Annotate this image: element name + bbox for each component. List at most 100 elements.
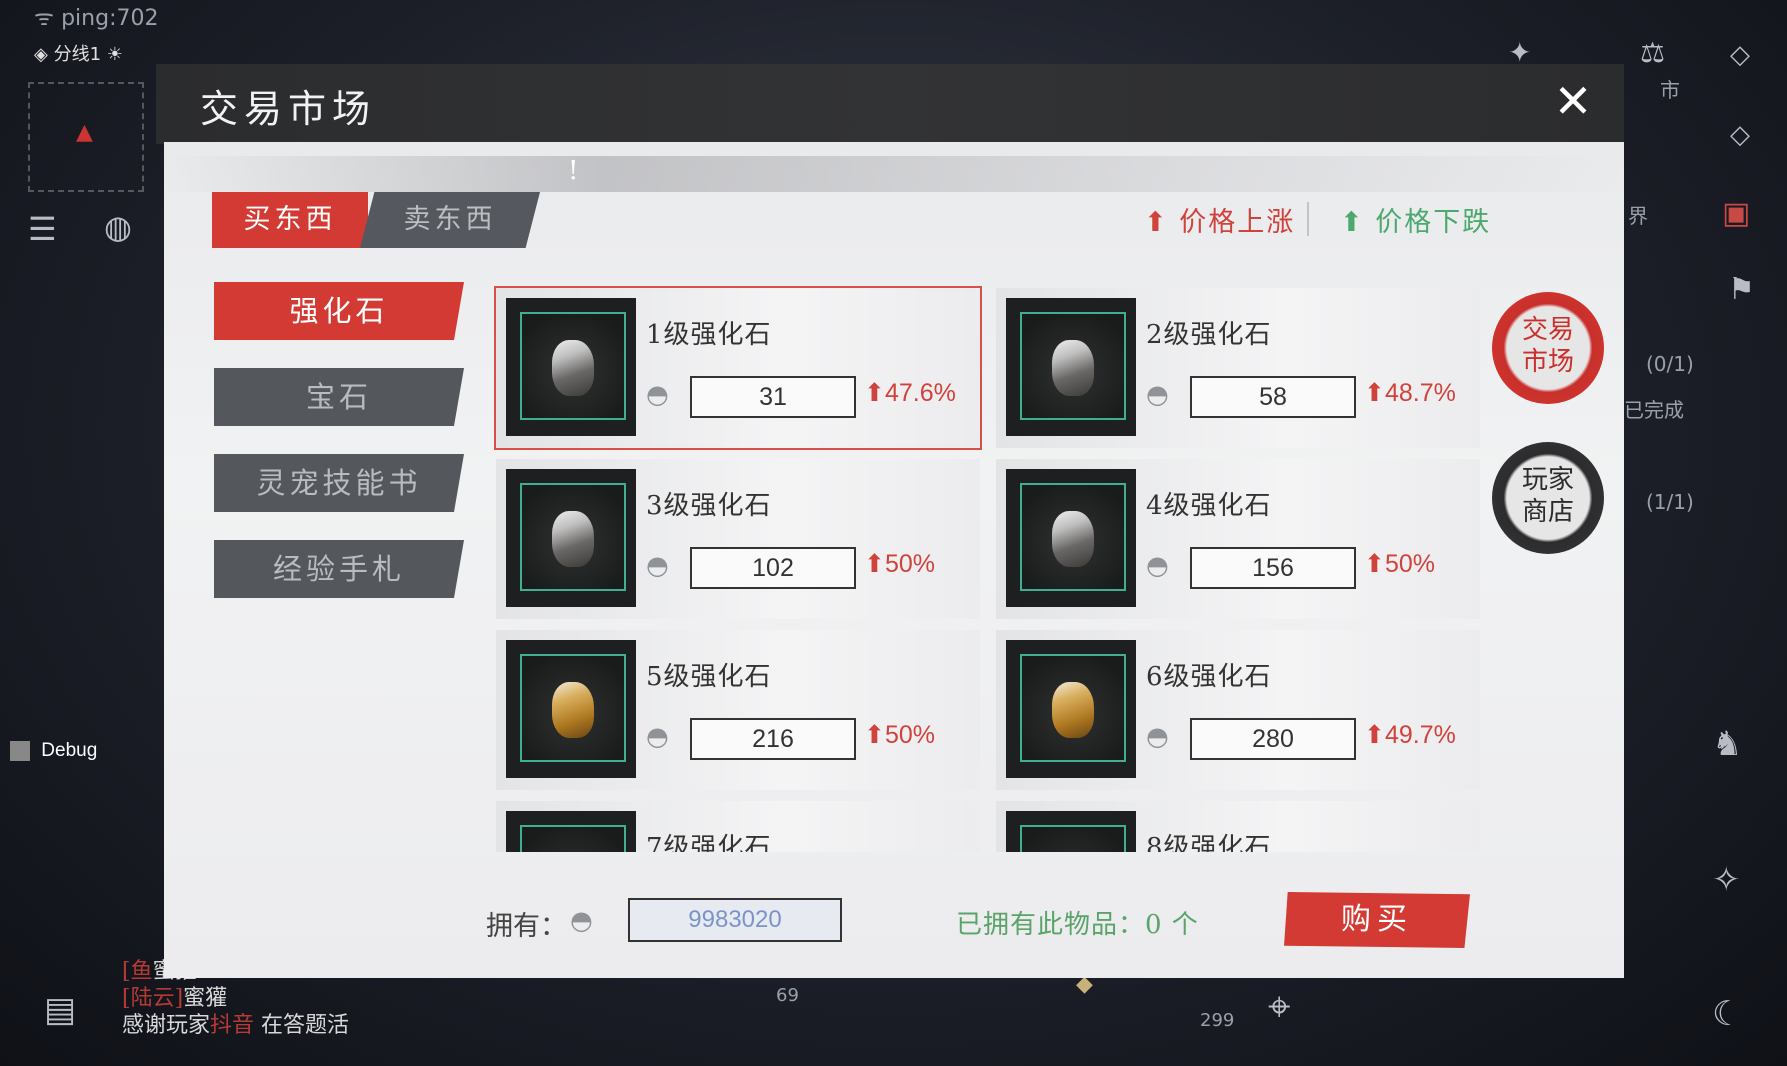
chat-tag: 抖音 <box>210 1013 255 1038</box>
legend-price-down: ⬆ 价格下跌 <box>1340 200 1491 239</box>
item-name: 7级强化石 <box>646 833 772 852</box>
chat-tag: [陆云] <box>122 986 184 1011</box>
chat-tag: [鱼 <box>122 959 153 984</box>
legend-up-label: 价格上涨 <box>1179 207 1296 238</box>
item-price: 216 <box>690 718 856 760</box>
item-card[interactable]: 5级强化石 ◓ 216 ⬆50% <box>496 630 980 790</box>
item-frame <box>520 312 626 420</box>
item-grid[interactable]: 1级强化石 ◓ 31 ⬆47.6% 2级强化石 ◓ 58 ⬆48.7% 3级强化石 ◓ 102 ⬆50… <box>492 284 1492 852</box>
seal-text: 玩家 <box>1521 465 1574 495</box>
quest-progress: (0/1) <box>1646 352 1694 376</box>
menu-icon[interactable]: ☰ <box>28 210 57 248</box>
wifi-icon: ᯤ <box>34 6 55 31</box>
item-name: 6级强化石 <box>1146 662 1272 692</box>
chat-line: 感谢玩家抖音 在答题活 <box>122 1012 349 1039</box>
item-card[interactable]: 1级强化石 ◓ 31 ⬆47.6% <box>494 286 982 450</box>
diamond-icon: ◈ <box>34 44 48 65</box>
price-change-value: 48.7% <box>1384 379 1456 407</box>
item-card[interactable]: 8级强化石 <box>996 801 1480 852</box>
owned-currency-value: 9983020 <box>628 898 842 942</box>
item-frame <box>1020 654 1126 762</box>
item-name: 4级强化石 <box>1146 491 1272 521</box>
enhance-stone-icon <box>552 340 594 396</box>
category-enhance-stone[interactable]: 强化石 <box>214 282 464 340</box>
flag-icon[interactable]: ⚑ <box>1728 272 1755 307</box>
buy-button[interactable]: 购买 <box>1284 892 1470 948</box>
calendar-icon[interactable]: ▣ <box>1722 196 1750 231</box>
category-exp-notes[interactable]: 经验手札 <box>214 540 464 598</box>
silver-ingot-icon: ◓ <box>1146 722 1169 752</box>
item-name: 5级强化石 <box>646 662 772 692</box>
notice-strip: ! <box>164 156 1624 192</box>
arrow-up-icon: ⬆ <box>864 549 885 578</box>
diamond-icon[interactable]: ◇ <box>1730 120 1750 150</box>
minimap[interactable]: ▲ <box>28 82 144 192</box>
item-card[interactable]: 3级强化石 ◓ 102 ⬆50% <box>496 459 980 619</box>
ping-text: ping:702 <box>61 6 159 31</box>
sun-icon: ☀ <box>106 44 123 65</box>
item-name: 1级强化石 <box>646 320 772 350</box>
silver-ingot-icon: ◓ <box>646 551 669 581</box>
bird-icon[interactable]: ✧ <box>1712 860 1741 900</box>
trade-market-seal[interactable]: 交易 市场 <box>1492 292 1604 404</box>
scale-icon[interactable]: ⚖ <box>1640 36 1665 69</box>
item-name: 8级强化石 <box>1146 833 1272 852</box>
horse-icon[interactable]: ♞ <box>1712 724 1742 764</box>
side-label: 界 <box>1628 204 1648 228</box>
silver-ingot-icon: ◓ <box>1146 551 1169 581</box>
tab-sell[interactable]: 卖东西 <box>360 192 540 248</box>
category-gem[interactable]: 宝石 <box>214 368 464 426</box>
crosshair-icon[interactable]: ⌖ <box>1268 984 1291 1030</box>
window-title: 交易市场 <box>200 87 377 131</box>
mask-icon[interactable]: ☾ <box>1712 994 1742 1034</box>
price-change-value: 49.7% <box>1384 721 1456 749</box>
player-marker-icon: ▲ <box>76 120 93 145</box>
count-299: 299 <box>1200 1010 1235 1031</box>
price-change: ⬆50% <box>864 720 935 750</box>
item-frame <box>1020 825 1126 852</box>
item-card[interactable]: 4级强化石 ◓ 156 ⬆50% <box>996 459 1480 619</box>
debug-label: Debug <box>41 740 98 761</box>
item-thumbnail <box>506 811 636 852</box>
price-change: ⬆49.7% <box>1364 720 1456 750</box>
enhance-stone-icon <box>1052 511 1094 567</box>
item-card[interactable]: 6级强化石 ◓ 280 ⬆49.7% <box>996 630 1480 790</box>
silver-ingot-icon: ◓ <box>646 380 669 410</box>
debug-toggle[interactable]: Debug <box>10 740 97 762</box>
legend-down-label: 价格下跌 <box>1375 207 1492 238</box>
item-price: 102 <box>690 547 856 589</box>
item-thumbnail <box>1006 298 1136 436</box>
close-icon[interactable]: ✕ <box>1548 76 1598 126</box>
market-panel: ! 买东西 卖东西 ⬆ 价格上涨 ⬆ 价格下跌 强化石 宝石 灵宠技能书 经验手… <box>164 142 1624 978</box>
item-card[interactable]: 7级强化石 <box>496 801 980 852</box>
item-frame <box>520 483 626 591</box>
item-price: 31 <box>690 376 856 418</box>
bag-icon[interactable]: ◍ <box>104 208 132 246</box>
item-name: 2级强化石 <box>1146 320 1272 350</box>
diamond-icon[interactable]: ◇ <box>1730 40 1750 70</box>
tab-buy[interactable]: 买东西 <box>212 192 368 248</box>
item-card[interactable]: 2级强化石 ◓ 58 ⬆48.7% <box>996 288 1480 448</box>
server-line[interactable]: ◈ 分线1 ☀ <box>34 40 123 66</box>
chat-text: 感谢玩家 <box>122 1013 211 1038</box>
arrow-up-icon: ⬆ <box>1364 378 1385 407</box>
category-pet-skill-book[interactable]: 灵宠技能书 <box>214 454 464 512</box>
price-change-value: 50% <box>884 721 935 749</box>
arrow-up-icon: ⬆ <box>1364 549 1385 578</box>
ping-indicator: ᯤ ping:702 <box>34 2 158 32</box>
price-change: ⬆50% <box>1364 549 1435 579</box>
owned-currency-label: 拥有： <box>486 911 567 942</box>
chat-icon[interactable]: ▤ <box>44 990 76 1030</box>
price-change: ⬆47.6% <box>864 378 956 408</box>
window-header: 交易市场 ✕ <box>156 64 1624 144</box>
arrow-up-icon: ⬆ <box>1364 720 1385 749</box>
seal-text: 商店 <box>1521 497 1574 527</box>
seal-text: 市场 <box>1521 347 1574 377</box>
price-change: ⬆50% <box>864 549 935 579</box>
arrow-up-icon: ⬆ <box>864 720 885 749</box>
item-frame <box>520 825 626 852</box>
price-change: ⬆48.7% <box>1364 378 1456 408</box>
quest-progress: (1/1) <box>1646 490 1694 514</box>
player-shop-seal[interactable]: 玩家 商店 <box>1492 442 1604 554</box>
price-change-value: 47.6% <box>884 379 956 407</box>
